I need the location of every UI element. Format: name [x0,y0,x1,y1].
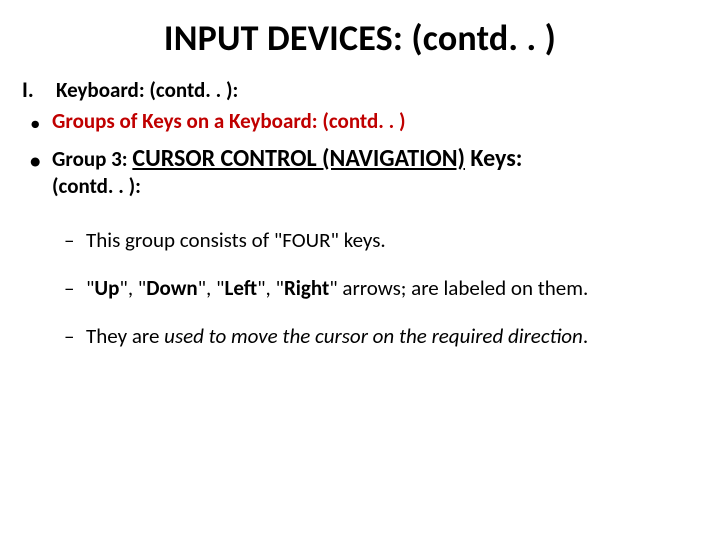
group3-main: CURSOR CONTROL (NAVIGATION) [132,144,465,173]
dash-icon: – [64,275,86,301]
slide-title: INPUT DEVICES: (contd. . ) [22,16,698,60]
heading-row: I. Keyboard: (contd. . ): [22,76,698,104]
group3-trail: Keys: [465,144,522,173]
heading-text: Keyboard: (contd. . ): [56,77,238,103]
group3-text-wrap: Group 3: CURSOR CONTROL (NAVIGATION) Key… [52,144,522,199]
bullet-dot: • [30,113,52,134]
dash-icon: – [64,227,86,253]
point-move-cursor-text: They are used to move the cursor on the … [86,323,588,349]
group3-contd: (contd. . ): [52,173,141,199]
dash-icon: – [64,323,86,349]
bullet-group3: • Group 3: CURSOR CONTROL (NAVIGATION) K… [30,144,698,199]
bullet-groups-of-keys: • Groups of Keys on a Keyboard: (contd. … [30,108,698,134]
point-move-cursor: – They are used to move the cursor on th… [64,323,698,349]
point-arrow-labels: – "Up", "Down", "Left", "Right" arrows; … [64,275,698,301]
roman-numeral: I. [22,76,56,104]
point-four-keys-text: This group consists of "FOUR" keys. [86,227,386,253]
point-four-keys: – This group consists of "FOUR" keys. [64,227,698,253]
bullet-dot: • [30,151,52,172]
point-arrow-labels-text: "Up", "Down", "Left", "Right" arrows; ar… [86,275,588,301]
bullet-groups-text: Groups of Keys on a Keyboard: (contd. . … [52,108,406,134]
group3-lead: Group 3: [52,146,132,172]
slide: INPUT DEVICES: (contd. . ) I. Keyboard: … [0,0,720,540]
